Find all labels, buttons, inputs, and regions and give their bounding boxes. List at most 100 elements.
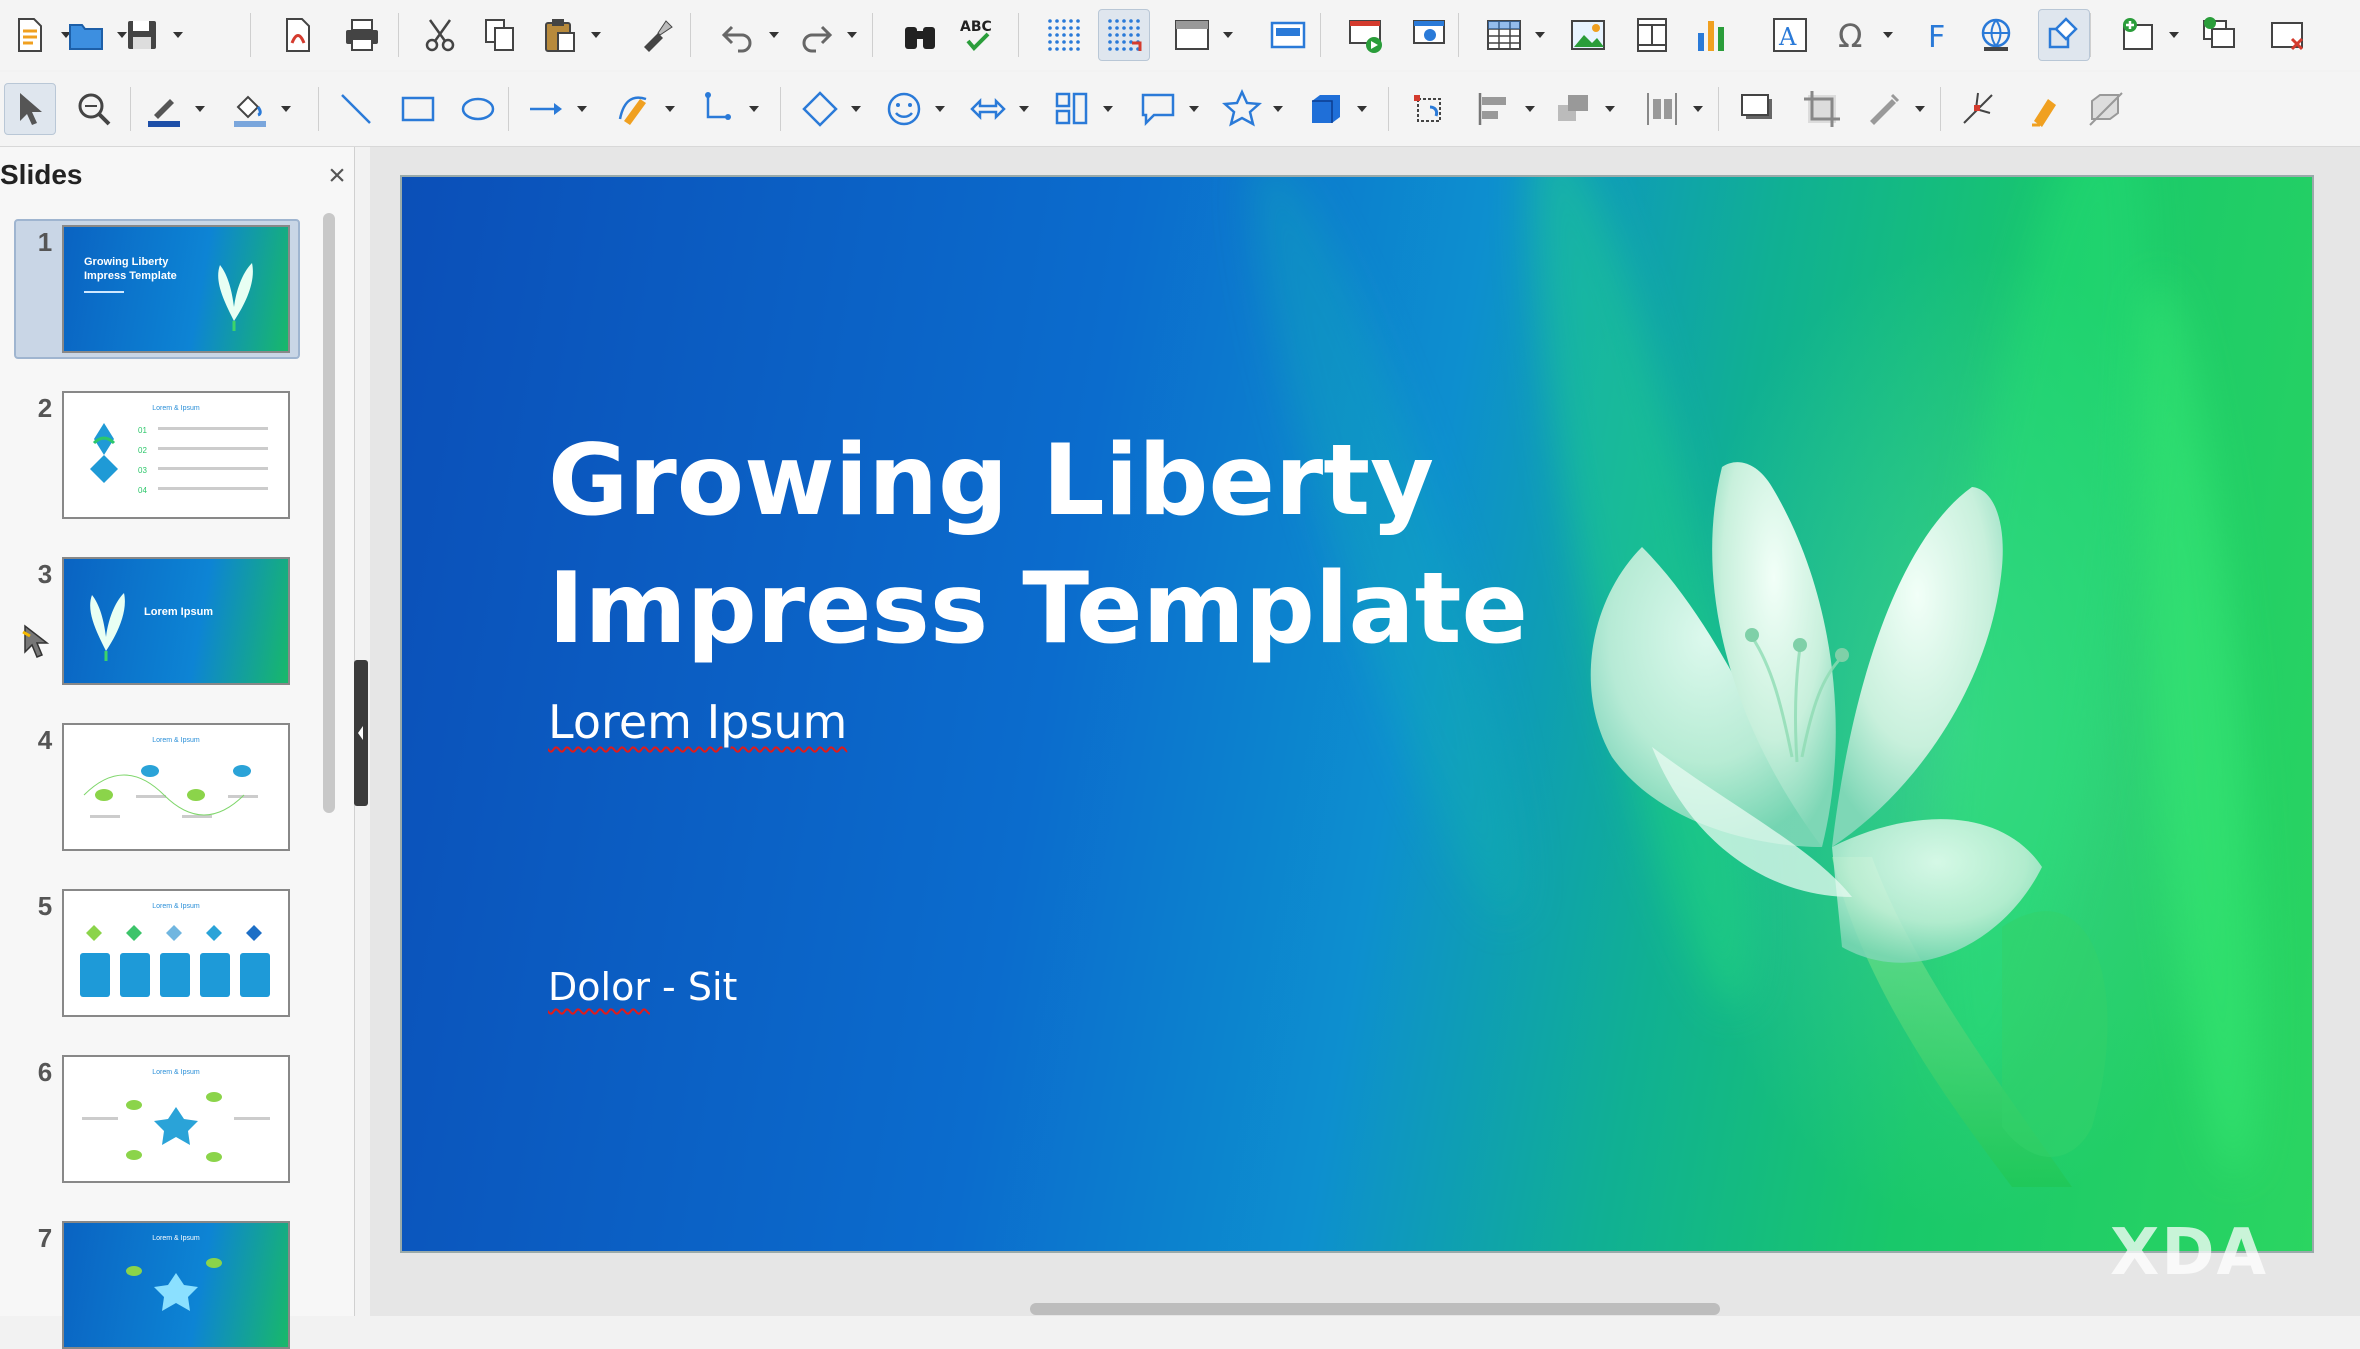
flowchart-button[interactable] [1046,83,1098,135]
insert-chart-button[interactable] [1686,9,1738,61]
slides-pane-scrollbar[interactable] [323,213,335,813]
slide-canvas[interactable]: Growing Liberty Impress Template Lorem I… [400,175,2314,1253]
filter-dropdown-arrow[interactable] [1912,83,1928,135]
slide-thumbnail-6[interactable]: Lorem & Ipsum [62,1055,290,1183]
insert-textbox-button[interactable]: A [1764,9,1816,61]
paste-dropdown-arrow[interactable] [588,9,604,61]
slide-thumbnail-4[interactable]: Lorem & Ipsum [62,723,290,851]
slide-footer-text[interactable]: Dolor - Sit [548,965,737,1009]
export-pdf-button[interactable] [272,9,324,61]
select-button[interactable] [4,83,56,135]
fontwork-button[interactable]: F [1912,9,1964,61]
line-ends-arrow-dropdown-arrow[interactable] [574,83,590,135]
delete-slide-button[interactable] [2262,9,2314,61]
shadow-icon [1738,89,1778,129]
arrange-button[interactable] [1548,83,1600,135]
duplicate-slide-button[interactable] [2194,9,2246,61]
arrange-dropdown-arrow[interactable] [1602,83,1618,135]
open-button[interactable] [60,9,112,61]
close-pane-button[interactable]: × [322,161,352,191]
slide-thumbnail-3[interactable]: Lorem Ipsum [62,557,290,685]
special-character-dropdown-arrow[interactable] [1880,9,1896,61]
star-button[interactable] [1216,83,1268,135]
align-objects-button[interactable] [1468,83,1520,135]
new-slide-dropdown-arrow[interactable] [2166,9,2182,61]
filter-button[interactable] [1858,83,1910,135]
shadow-button[interactable] [1732,83,1784,135]
rectangle-button[interactable] [392,83,444,135]
ellipse-button[interactable] [452,83,504,135]
new-slide-button[interactable] [2112,9,2164,61]
save-button[interactable] [116,9,168,61]
points-button[interactable] [1952,83,2004,135]
master-slide-button[interactable] [1262,9,1314,61]
slide-subtitle[interactable]: Lorem Ipsum [548,695,847,749]
insert-image-button[interactable] [1562,9,1614,61]
undo-button[interactable] [712,9,764,61]
line-ends-arrow-button[interactable] [520,83,572,135]
3d-object-dropdown-arrow[interactable] [1354,83,1370,135]
zoom-pan-button[interactable] [68,83,120,135]
callout-button[interactable] [1132,83,1184,135]
slide-workspace[interactable]: Growing Liberty Impress Template Lorem I… [370,147,2360,1316]
redo-dropdown-arrow[interactable] [844,9,860,61]
connector-button[interactable] [692,83,744,135]
display-views-dropdown-arrow[interactable] [1220,9,1236,61]
pane-splitter-handle[interactable] [354,660,368,806]
undo-dropdown-arrow[interactable] [766,9,782,61]
toggle-extrusion-button[interactable] [2080,83,2132,135]
paste-button[interactable] [534,9,586,61]
special-character-button[interactable]: Ω [1826,9,1878,61]
basic-shapes-button[interactable] [794,83,846,135]
show-draw-functions-button[interactable] [2038,9,2090,61]
line-color-button[interactable] [138,83,190,135]
line-color-dropdown-arrow[interactable] [192,83,208,135]
line-button[interactable] [330,83,382,135]
callout-dropdown-arrow[interactable] [1186,83,1202,135]
glue-points-button[interactable] [2020,83,2072,135]
slides-pane: Slides × 1 Growing Liberty Impress Templa… [0,147,355,1349]
redo-button[interactable] [790,9,842,61]
spelling-button[interactable]: ABC [952,9,1004,61]
slide-thumbnail-2[interactable]: Lorem & Ipsum 01 02 03 04 [62,391,290,519]
fill-color-dropdown-arrow[interactable] [278,83,294,135]
display-grid-button[interactable] [1038,9,1090,61]
print-button[interactable] [336,9,388,61]
star-dropdown-arrow[interactable] [1270,83,1286,135]
block-arrows-button[interactable] [962,83,1014,135]
curve-button[interactable] [608,83,660,135]
slide-thumbnail-1[interactable]: Growing Liberty Impress Template [62,225,290,353]
hyperlink-button[interactable] [1970,9,2022,61]
symbol-shapes-button[interactable] [878,83,930,135]
slide-thumbnail-5[interactable]: Lorem & Ipsum [62,889,290,1017]
flowchart-dropdown-arrow[interactable] [1100,83,1116,135]
crop-image-button[interactable] [1796,83,1848,135]
3d-object-button[interactable] [1300,83,1352,135]
rotate-button[interactable] [1404,83,1456,135]
clone-formatting-button[interactable] [630,9,682,61]
new-button[interactable] [4,9,56,61]
symbol-shapes-dropdown-arrow[interactable] [932,83,948,135]
connector-dropdown-arrow[interactable] [746,83,762,135]
fill-color-button[interactable] [224,83,276,135]
copy-button[interactable] [474,9,526,61]
find-replace-button[interactable] [894,9,946,61]
start-current-slide-button[interactable] [1404,9,1456,61]
snap-to-grid-button[interactable] [1098,9,1150,61]
distribute-dropdown-arrow[interactable] [1690,83,1706,135]
insert-table-dropdown-arrow[interactable] [1532,9,1548,61]
save-dropdown-arrow[interactable] [170,9,186,61]
basic-shapes-dropdown-arrow[interactable] [848,83,864,135]
start-first-slide-button[interactable] [1340,9,1392,61]
insert-media-button[interactable] [1626,9,1678,61]
cut-button[interactable] [414,9,466,61]
slide-title[interactable]: Growing Liberty Impress Template [548,417,1528,673]
insert-table-button[interactable] [1478,9,1530,61]
block-arrows-dropdown-arrow[interactable] [1016,83,1032,135]
distribute-button[interactable] [1636,83,1688,135]
align-objects-dropdown-arrow[interactable] [1522,83,1538,135]
display-views-button[interactable] [1166,9,1218,61]
curve-dropdown-arrow[interactable] [662,83,678,135]
slide-thumbnail-7[interactable]: Lorem & Ipsum [62,1221,290,1349]
horizontal-scrollbar[interactable] [1030,1303,1720,1315]
